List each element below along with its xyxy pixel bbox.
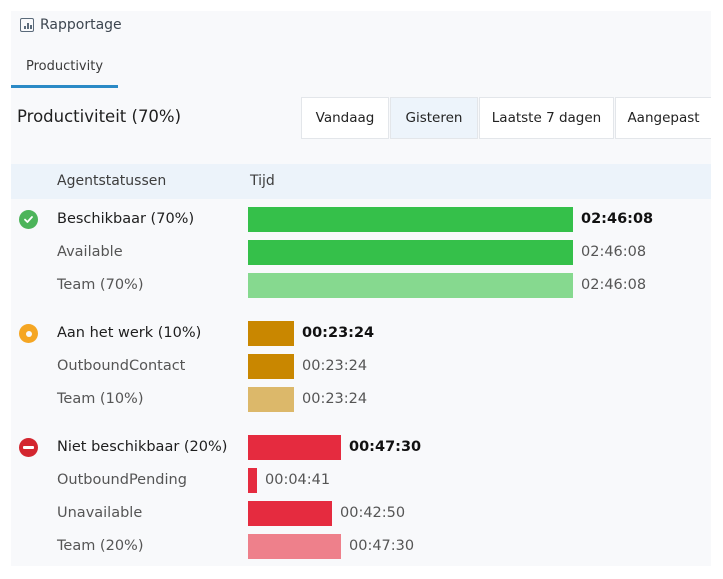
bar-chart-icon (20, 18, 34, 32)
time-value: 00:23:24 (302, 325, 375, 341)
time-value: 00:42:50 (340, 505, 406, 521)
time-bar (248, 534, 341, 559)
time-value: 00:47:30 (349, 439, 422, 455)
status-row-unavailable-sub: Unavailable 00:42:50 (11, 501, 711, 526)
time-bar (248, 240, 573, 265)
time-bar (248, 273, 573, 298)
column-header-time: Tijd (250, 173, 275, 189)
status-label: Team (10%) (57, 391, 144, 407)
time-bar (248, 387, 294, 412)
app-header: Rapportage (20, 15, 122, 35)
time-value: 00:23:24 (302, 391, 368, 407)
status-label: OutboundContact (57, 358, 186, 374)
time-value: 02:46:08 (581, 211, 654, 227)
time-value: 00:47:30 (349, 538, 415, 554)
range-yesterday-button[interactable]: Gisteren (390, 97, 478, 139)
status-label: Aan het werk (10%) (57, 325, 202, 341)
status-label: Available (57, 244, 123, 260)
time-bar (248, 501, 332, 526)
status-row-working-team: Team (10%) 00:23:24 (11, 387, 711, 412)
status-row-unavailable-sub: OutboundPending 00:04:41 (11, 468, 711, 493)
date-range-selector: Vandaag Gisteren Laatste 7 dagen Aangepa… (301, 97, 712, 139)
reporting-panel: Rapportage Productivity Productiviteit (… (11, 11, 711, 566)
time-bar (248, 468, 257, 493)
status-label: OutboundPending (57, 472, 187, 488)
app-title: Rapportage (40, 17, 122, 33)
time-value: 00:23:24 (302, 358, 368, 374)
time-value: 02:46:08 (581, 277, 647, 293)
status-row-available-sub: Available 02:46:08 (11, 240, 711, 265)
status-row-working-sub: OutboundContact 00:23:24 (11, 354, 711, 379)
range-today-button[interactable]: Vandaag (301, 97, 389, 139)
time-bar (248, 207, 573, 232)
ring-circle-icon (19, 324, 38, 343)
status-label: Team (70%) (57, 277, 144, 293)
status-label: Team (20%) (57, 538, 144, 554)
status-row-available: Beschikbaar (70%) 02:46:08 (11, 207, 711, 232)
status-row-unavailable: Niet beschikbaar (20%) 00:47:30 (11, 435, 711, 460)
status-label: Beschikbaar (70%) (57, 211, 195, 227)
no-entry-icon (19, 438, 38, 457)
time-value: 00:04:41 (265, 472, 331, 488)
tab-productivity[interactable]: Productivity (11, 48, 118, 88)
table-header: Agentstatussen Tijd (11, 164, 711, 199)
status-label: Unavailable (57, 505, 143, 521)
time-bar (248, 435, 341, 460)
time-bar (248, 354, 294, 379)
section-title: Productiviteit (70%) (17, 107, 182, 126)
range-last-7-days-button[interactable]: Laatste 7 dagen (479, 97, 614, 139)
column-header-agent-statuses: Agentstatussen (57, 173, 167, 189)
check-circle-icon (19, 210, 38, 229)
status-row-unavailable-team: Team (20%) 00:47:30 (11, 534, 711, 559)
time-value: 02:46:08 (581, 244, 647, 260)
range-custom-button[interactable]: Aangepast (615, 97, 711, 139)
status-label: Niet beschikbaar (20%) (57, 439, 228, 455)
status-row-available-team: Team (70%) 02:46:08 (11, 273, 711, 298)
status-row-working: Aan het werk (10%) 00:23:24 (11, 321, 711, 346)
time-bar (248, 321, 294, 346)
